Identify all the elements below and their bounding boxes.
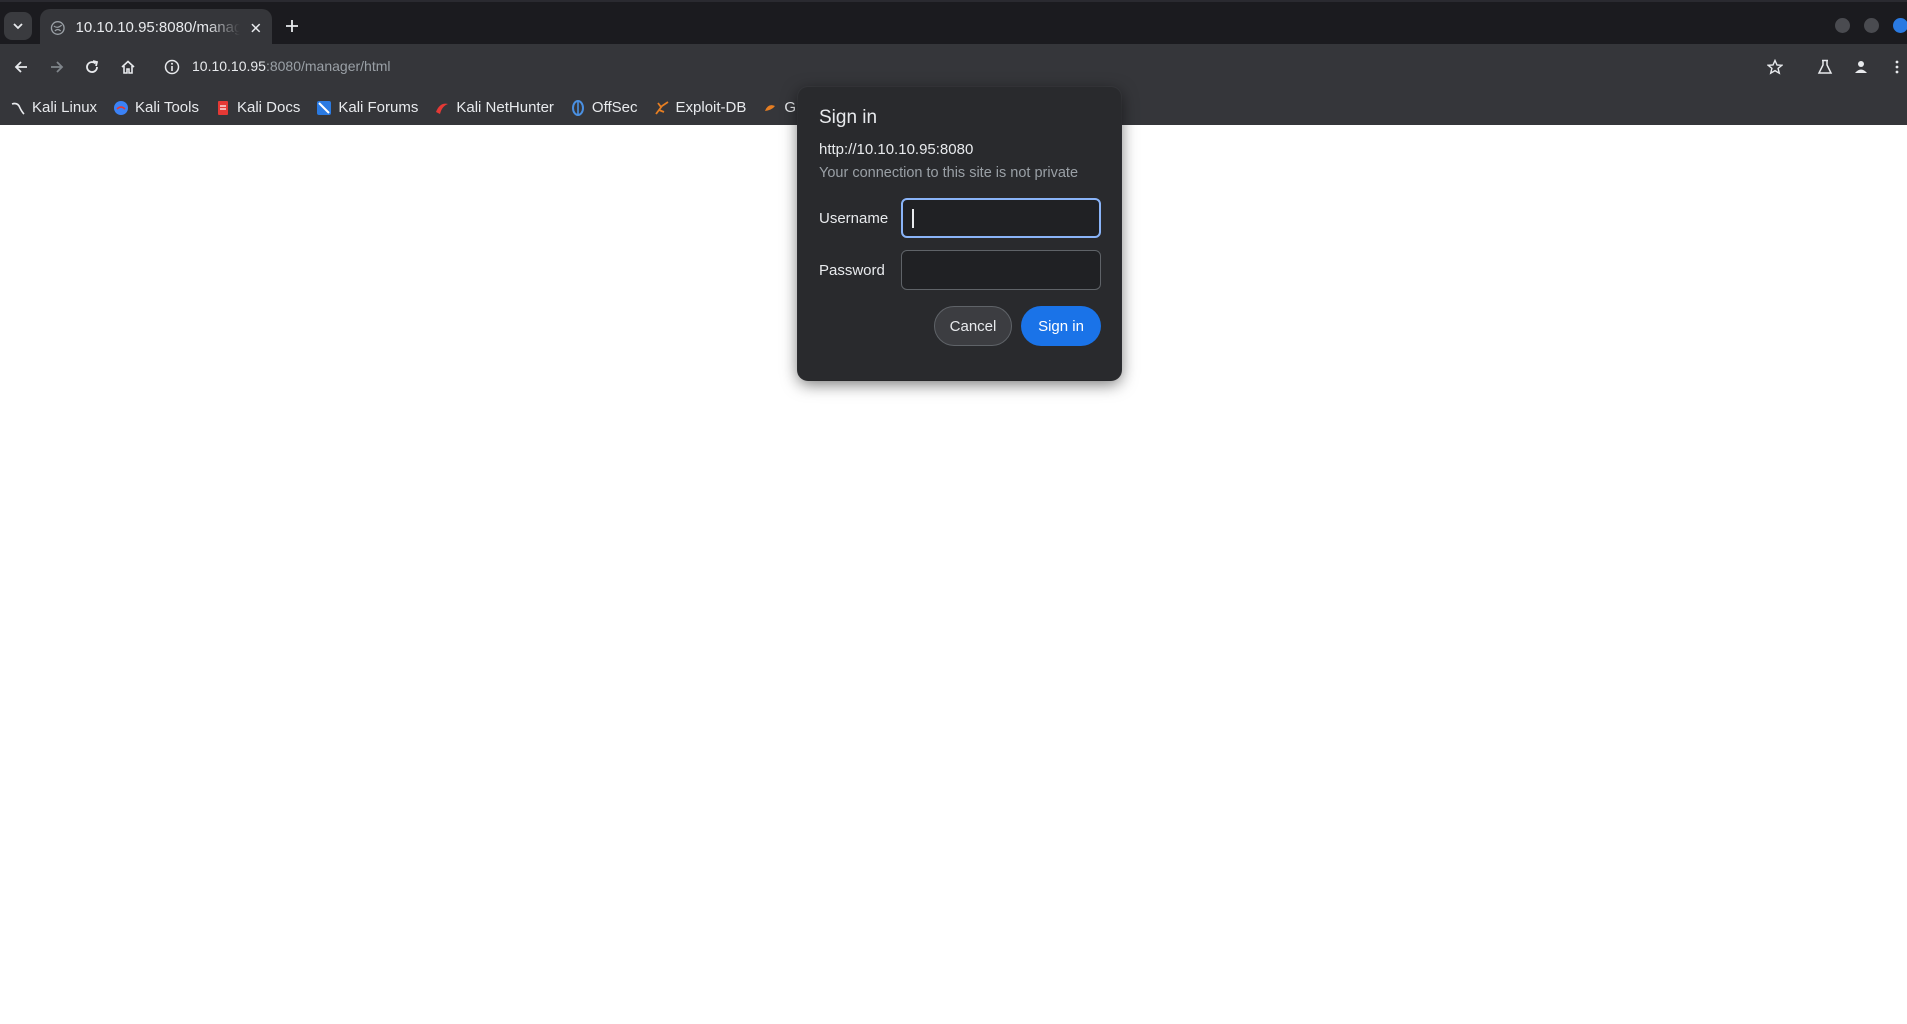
password-field[interactable] — [901, 250, 1101, 290]
chevron-down-icon — [13, 23, 23, 30]
menu-button[interactable] — [1884, 54, 1907, 80]
bookmark-label: Exploit-DB — [675, 99, 747, 116]
toolbar: 10.10.10.95:8080/manager/html — [0, 44, 1907, 90]
password-label: Password — [819, 261, 885, 279]
new-tab-button[interactable] — [280, 14, 304, 38]
bookmark-kali-forums[interactable]: Kali Forums — [316, 99, 418, 116]
bookmark-label: OffSec — [591, 99, 638, 116]
password-row: Password — [819, 250, 1101, 290]
labs-button[interactable] — [1812, 54, 1838, 80]
kali-dragon-icon — [11, 102, 25, 115]
connection-warning: Your connection to this site is not priv… — [819, 165, 1079, 181]
url-text[interactable]: 10.10.10.95:8080/manager/html — [192, 58, 391, 76]
tab-search-button[interactable] — [4, 12, 32, 40]
url-path: :8080/manager/html — [265, 58, 391, 74]
close-window-button[interactable] — [1893, 18, 1907, 33]
forward-button[interactable] — [44, 54, 70, 80]
bookmark-exploit-db[interactable]: Exploit-DB — [654, 99, 747, 116]
dialog-title: Sign in — [819, 107, 878, 128]
cancel-button[interactable]: Cancel — [934, 306, 1012, 346]
home-icon — [121, 60, 135, 74]
maximize-button[interactable] — [1864, 18, 1879, 33]
text-caret — [912, 209, 914, 228]
tab-title: 10.10.10.95:8080/manager/html — [75, 19, 241, 36]
exploit-db-icon — [654, 100, 669, 115]
bookmark-label: Kali Docs — [236, 99, 301, 116]
username-row: Username — [819, 198, 1101, 238]
bookmark-label: G — [784, 99, 797, 116]
username-label: Username — [819, 209, 889, 227]
profile-button[interactable] — [1848, 54, 1874, 80]
close-tab-icon[interactable] — [250, 22, 262, 34]
tab-active[interactable]: 10.10.10.95:8080/manager/html — [40, 9, 272, 46]
kali-nethunter-icon — [436, 103, 449, 114]
dialog-actions: Cancel Sign in — [819, 306, 1101, 346]
more-vertical-icon — [1895, 60, 1899, 74]
bookmark-label: Kali Tools — [135, 99, 199, 116]
bookmark-ghdb[interactable]: G — [762, 99, 796, 116]
tab-strip: 10.10.10.95:8080/manager/html — [0, 0, 1907, 46]
reload-button[interactable] — [79, 54, 105, 80]
bookmark-offsec[interactable]: OffSec — [570, 99, 638, 116]
kali-forums-icon — [317, 100, 332, 115]
back-button[interactable] — [8, 54, 34, 80]
username-field[interactable] — [901, 198, 1101, 238]
address-bar[interactable]: 10.10.10.95:8080/manager/html — [156, 50, 1776, 84]
url-host: 10.10.10.95 — [192, 58, 266, 74]
flask-icon — [1817, 59, 1833, 74]
bookmark-label: Kali Linux — [32, 99, 98, 116]
reload-icon — [86, 60, 99, 73]
bookmark-kali-linux[interactable]: Kali Linux — [10, 99, 97, 116]
offsec-icon — [571, 99, 584, 116]
bookmark-star-button[interactable] — [1762, 54, 1788, 80]
ghdb-icon — [765, 104, 776, 111]
star-icon — [1767, 59, 1783, 75]
plus-icon — [286, 20, 298, 32]
info-icon[interactable] — [164, 59, 180, 75]
bookmark-kali-nethunter[interactable]: Kali NetHunter — [434, 99, 554, 116]
minimize-button[interactable] — [1835, 18, 1850, 33]
arrow-left-icon — [14, 61, 27, 73]
bookmark-kali-tools[interactable]: Kali Tools — [113, 99, 199, 116]
kali-tools-icon — [114, 100, 129, 115]
bookmark-label: Kali Forums — [338, 99, 419, 116]
bookmark-kali-docs[interactable]: Kali Docs — [215, 99, 300, 116]
person-icon — [1855, 61, 1867, 73]
sign-in-button[interactable]: Sign in — [1021, 306, 1101, 346]
bookmark-label: Kali NetHunter — [456, 99, 554, 116]
sign-in-dialog: Sign in http://10.10.10.95:8080 Your con… — [798, 87, 1121, 380]
username-field-wrap — [901, 198, 1101, 238]
home-button[interactable] — [115, 54, 141, 80]
globe-icon — [50, 20, 65, 35]
arrow-right-icon — [51, 61, 64, 73]
dialog-origin: http://10.10.10.95:8080 — [819, 141, 974, 158]
kali-docs-icon — [217, 100, 228, 115]
